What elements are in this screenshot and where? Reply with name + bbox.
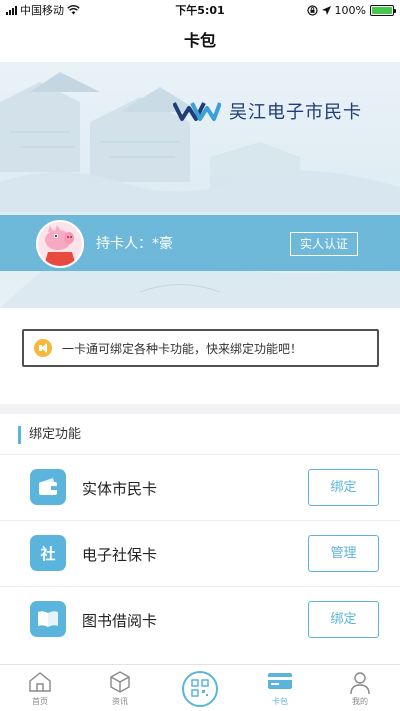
holder-text: 持卡人：*豪 bbox=[96, 233, 173, 253]
social-security-icon-text: 社 bbox=[40, 544, 56, 563]
bind-row-label: 电子社保卡 bbox=[82, 546, 158, 564]
home-icon bbox=[29, 672, 51, 692]
bind-row-citizen-card[interactable]: 实体市民卡 绑定 bbox=[0, 454, 400, 520]
book-icon bbox=[30, 601, 66, 637]
holder-name: *豪 bbox=[152, 236, 173, 252]
battery-percent: 100% bbox=[334, 3, 366, 17]
brand-w-logo-icon bbox=[173, 102, 221, 121]
bind-library-card-button[interactable]: 绑定 bbox=[308, 601, 379, 638]
tab-mine[interactable]: 我的 bbox=[320, 665, 400, 711]
tab-label: 首页 bbox=[32, 697, 48, 706]
bind-row-label: 图书借阅卡 bbox=[82, 612, 158, 630]
social-security-icon: 社 bbox=[30, 535, 66, 571]
lock-rotation-icon bbox=[306, 4, 318, 16]
tab-card-wallet[interactable]: 卡包 bbox=[240, 665, 320, 711]
status-right: 100% bbox=[306, 3, 396, 17]
person-icon bbox=[350, 672, 370, 695]
bind-row-social-security[interactable]: 社 电子社保卡 管理 bbox=[0, 520, 400, 586]
bind-citizen-card-button[interactable]: 绑定 bbox=[308, 469, 379, 506]
section-title: 绑定功能 bbox=[18, 426, 81, 444]
bind-row-library-card[interactable]: 图书借阅卡 绑定 bbox=[0, 586, 400, 652]
tab-label: 资讯 bbox=[112, 697, 128, 706]
tab-scan[interactable] bbox=[160, 665, 240, 711]
tab-label: 卡包 bbox=[272, 697, 288, 706]
manage-social-security-button[interactable]: 管理 bbox=[308, 535, 379, 572]
citizen-card-banner: 吴江电子市民卡 持卡人：*豪 实人认证 bbox=[0, 62, 400, 308]
wallet-icon bbox=[30, 469, 66, 505]
bind-row-label: 实体市民卡 bbox=[82, 480, 158, 498]
bind-functions-section: 绑定功能 实体市民卡 绑定 社 电子社保卡 管理 图书借阅卡 绑定 bbox=[0, 414, 400, 664]
real-name-verify-button[interactable]: 实人认证 bbox=[290, 232, 358, 256]
avatar-pig-icon bbox=[38, 222, 82, 266]
brand-logo: 吴江电子市民卡 bbox=[173, 98, 362, 124]
scan-qr-icon bbox=[182, 671, 218, 707]
status-bar: 中国移动 下午5:01 100% bbox=[0, 0, 400, 20]
speaker-icon bbox=[34, 339, 52, 357]
notice-section: 一卡通可绑定各种卡功能，快来绑定功能吧！ bbox=[0, 308, 400, 404]
holder-label: 持卡人： bbox=[96, 236, 152, 252]
tab-label: 我的 bbox=[352, 697, 368, 706]
brand-name: 吴江电子市民卡 bbox=[229, 102, 362, 123]
location-icon bbox=[321, 5, 331, 15]
notice-banner[interactable]: 一卡通可绑定各种卡功能，快来绑定功能吧！ bbox=[22, 329, 379, 367]
card-icon bbox=[268, 673, 292, 689]
notice-text: 一卡通可绑定各种卡功能，快来绑定功能吧！ bbox=[62, 341, 303, 356]
battery-icon bbox=[370, 4, 396, 16]
tab-home[interactable]: 首页 bbox=[0, 665, 80, 711]
cube-icon bbox=[110, 671, 130, 693]
bottom-tab-bar: 首页 资讯 卡包 我的 bbox=[0, 664, 400, 711]
tab-news[interactable]: 资讯 bbox=[80, 665, 160, 711]
page-title: 卡包 bbox=[0, 20, 400, 62]
avatar[interactable] bbox=[36, 220, 84, 268]
